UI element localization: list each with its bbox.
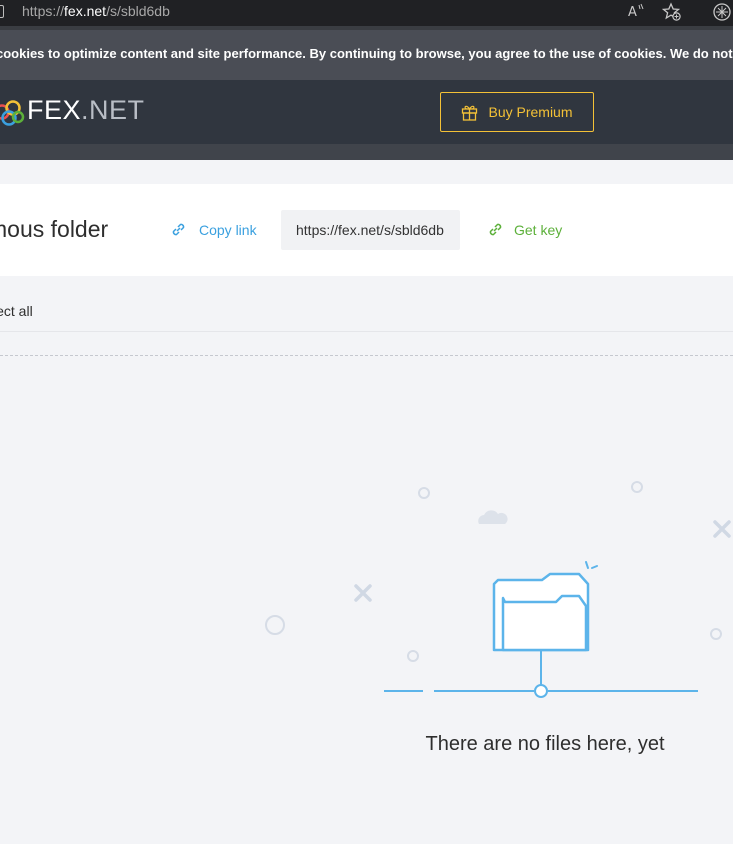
get-key-button[interactable]: Get key (487, 221, 562, 238)
sparkle-icon (585, 561, 598, 569)
gift-icon (462, 105, 478, 121)
cookie-banner-text: cookies to optimize content and site per… (0, 46, 733, 61)
select-all-button[interactable]: lect all (0, 303, 33, 319)
share-url-field[interactable]: https://fex.net/s/sbld6db (281, 210, 460, 250)
empty-state-message: There are no files here, yet (425, 733, 665, 755)
address-url[interactable]: https://fex.net/s/sbld6db (22, 3, 170, 19)
get-key-label: Get key (514, 221, 563, 238)
folder-icon (492, 572, 590, 652)
empty-folder-illustration (265, 481, 731, 698)
fex-logo-icon[interactable] (0, 99, 26, 132)
header-bottom-strip (0, 144, 733, 160)
browser-address-bar: https://fex.net/s/sbld6db A (0, 0, 733, 26)
cookie-banner: cookies to optimize content and site per… (0, 30, 733, 80)
folder-title: mous folder (0, 216, 109, 242)
network-line-icon (384, 650, 698, 698)
read-aloud-icon[interactable]: A (627, 2, 645, 24)
extension-icon[interactable] (712, 2, 732, 26)
key-link-icon (489, 223, 502, 236)
toolbar-divider (0, 331, 733, 332)
copy-link-label: Copy link (199, 221, 257, 238)
favorites-icon[interactable] (661, 2, 682, 26)
link-icon (172, 223, 185, 236)
lock-icon (0, 5, 4, 18)
copy-link-button[interactable]: Copy link (170, 221, 257, 238)
site-logo[interactable]: FEX.NET (27, 95, 145, 126)
buy-premium-label: Buy Premium (488, 104, 573, 120)
buy-premium-button[interactable]: Buy Premium (440, 92, 594, 132)
svg-text:A: A (628, 5, 637, 20)
drop-zone-border (0, 355, 733, 356)
cloud-icon (478, 510, 508, 524)
